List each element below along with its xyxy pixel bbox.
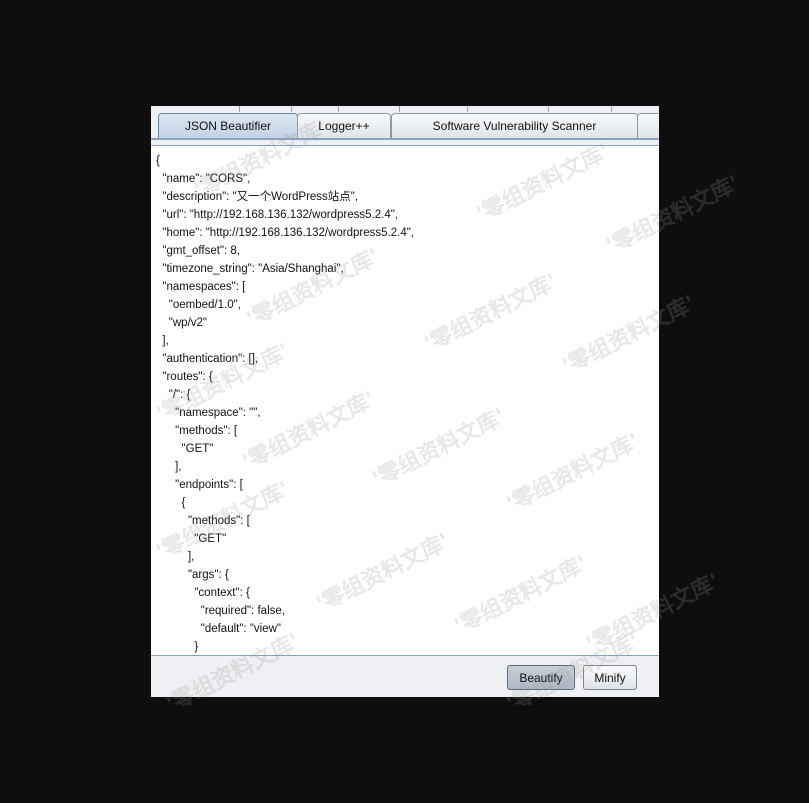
burp-extension-panel: JSON Beautifier Logger++ Software Vulner… (151, 106, 659, 697)
json-editor[interactable]: { "name": "CORS", "description": "又一个Wor… (151, 145, 659, 656)
action-bar: Beautify Minify (151, 655, 659, 697)
tab-bar: JSON Beautifier Logger++ Software Vulner… (151, 106, 659, 144)
tab-divider (611, 106, 612, 112)
tab-divider (467, 106, 468, 112)
tab-divider (548, 106, 549, 112)
tab-divider (399, 106, 400, 112)
tab-logger-plus-plus[interactable]: Logger++ (297, 113, 391, 138)
json-content[interactable]: { "name": "CORS", "description": "又一个Wor… (151, 146, 659, 656)
tab-overflow[interactable] (637, 113, 659, 138)
minify-button[interactable]: Minify (583, 665, 637, 690)
tab-software-vulnerability-scanner[interactable]: Software Vulnerability Scanner (391, 113, 638, 138)
tab-divider (239, 106, 240, 112)
beautify-button[interactable]: Beautify (507, 665, 575, 690)
tab-divider (291, 106, 292, 112)
tab-underline (151, 138, 659, 140)
tab-json-beautifier[interactable]: JSON Beautifier (158, 113, 298, 138)
tab-divider (338, 106, 339, 112)
